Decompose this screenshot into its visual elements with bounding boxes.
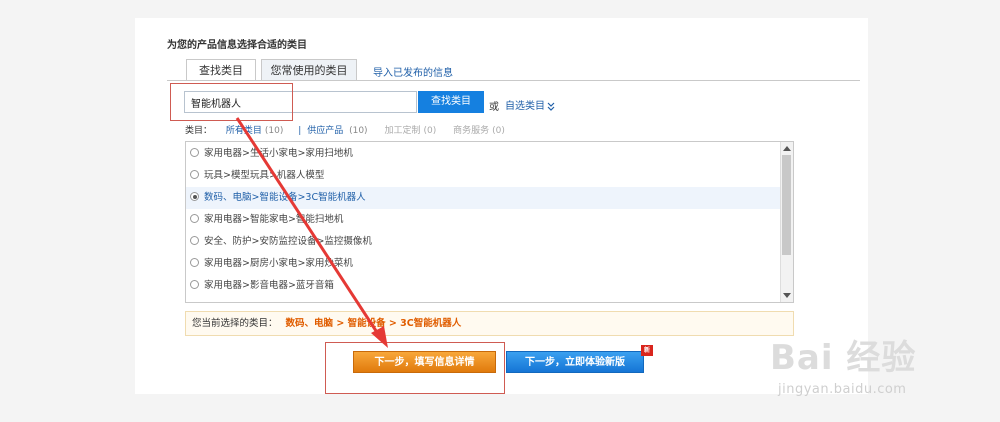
filter-custom-label: 加工定制 bbox=[384, 126, 421, 136]
filter-service-label: 商务服务 bbox=[453, 126, 490, 136]
scroll-down-arrow-icon[interactable] bbox=[783, 293, 791, 298]
find-category-button[interactable]: 查找类目 bbox=[418, 91, 484, 113]
radio-button[interactable] bbox=[190, 148, 199, 157]
category-result-list[interactable]: 家用电器>生活小家电>家用扫地机 玩具>模型玩具>机器人模型 数码、电脑>智能设… bbox=[185, 141, 794, 303]
radio-button[interactable] bbox=[190, 214, 199, 223]
filter-custom-count: (0) bbox=[423, 126, 437, 136]
filter-all-categories[interactable]: 所有类目 (10) bbox=[226, 126, 287, 136]
radio-button-checked[interactable] bbox=[190, 192, 199, 201]
self-select-label: 自选类目 bbox=[505, 101, 545, 112]
category-option-label: 数码、电脑>智能设备>3C智能机器人 bbox=[204, 192, 366, 203]
category-option[interactable]: 家用电器>影音电器>蓝牙音箱 bbox=[186, 275, 782, 297]
baidu-jingyan-watermark: Bai 经验 jingyan.baidu.com bbox=[760, 330, 990, 412]
radio-button[interactable] bbox=[190, 170, 199, 179]
double-chevron-down-icon bbox=[547, 102, 555, 111]
category-search-input[interactable] bbox=[184, 91, 417, 113]
category-option-label: 家用电器>厨房小家电>家用炒菜机 bbox=[204, 258, 353, 269]
next-fill-details-button[interactable]: 下一步，填写信息详情 bbox=[353, 351, 496, 373]
tab-common-categories[interactable]: 您常使用的类目 bbox=[261, 59, 357, 80]
radio-button[interactable] bbox=[190, 236, 199, 245]
watermark-brand: Bai 经验 bbox=[770, 338, 917, 378]
category-option[interactable]: 安全、防护>安防监控设备>监控摄像机 bbox=[186, 231, 782, 253]
radio-button[interactable] bbox=[190, 280, 199, 289]
filter-service-count: (0) bbox=[492, 126, 505, 136]
filter-separator: | bbox=[298, 126, 302, 136]
filter-supply-count: (10) bbox=[349, 126, 368, 136]
new-badge: 新 bbox=[641, 345, 653, 356]
current-selection-bar: 您当前选择的类目： 数码、电脑 > 智能设备 > 3C智能机器人 bbox=[185, 311, 794, 336]
import-published-link[interactable]: 导入已发布的信息 bbox=[373, 64, 453, 79]
filter-all-label: 所有类目 bbox=[225, 126, 262, 136]
category-option-label: 家用电器>智能家电>智能扫地机 bbox=[204, 214, 344, 225]
current-selection-label: 您当前选择的类目： bbox=[192, 318, 278, 329]
filter-custom-processing[interactable]: 加工定制 (0) bbox=[384, 126, 439, 136]
self-select-category-link[interactable]: 自选类目 bbox=[505, 97, 555, 112]
category-option[interactable]: 家用电器>智能家电>智能扫地机 bbox=[186, 209, 782, 231]
tab-find-category[interactable]: 查找类目 bbox=[186, 59, 256, 81]
page-heading: 为您的产品信息选择合适的类目 bbox=[167, 40, 307, 51]
category-option-selected[interactable]: 数码、电脑>智能设备>3C智能机器人 bbox=[186, 187, 782, 209]
radio-button[interactable] bbox=[190, 258, 199, 267]
scroll-thumb[interactable] bbox=[782, 155, 791, 255]
filter-business-service[interactable]: 商务服务 (0) bbox=[453, 126, 508, 136]
category-option-label: 家用电器>生活小家电>家用扫地机 bbox=[204, 148, 353, 159]
filter-label: 类目： bbox=[185, 126, 213, 136]
filter-all-count: (10) bbox=[264, 126, 284, 136]
tabs-divider bbox=[167, 80, 860, 81]
category-option-label: 家用电器>影音电器>蓝牙音箱 bbox=[204, 280, 334, 291]
next-try-new-version-button[interactable]: 下一步，立即体验新版 bbox=[506, 351, 644, 373]
filter-supply-label: 供应产品 bbox=[307, 126, 344, 136]
filter-supply-products[interactable]: 供应产品 (10) bbox=[307, 126, 370, 136]
scroll-up-arrow-icon[interactable] bbox=[783, 146, 791, 151]
category-option-label: 安全、防护>安防监控设备>监控摄像机 bbox=[204, 236, 372, 247]
list-scrollbar[interactable] bbox=[780, 142, 793, 302]
category-option[interactable]: 家用电器>生活小家电>家用扫地机 bbox=[186, 143, 782, 165]
or-text: 或 bbox=[489, 102, 499, 113]
category-option-label: 玩具>模型玩具>机器人模型 bbox=[204, 170, 325, 181]
watermark-url: jingyan.baidu.com bbox=[778, 382, 907, 397]
category-option[interactable]: 玩具>模型玩具>机器人模型 bbox=[186, 165, 782, 187]
current-selection-path: 数码、电脑 > 智能设备 > 3C智能机器人 bbox=[285, 318, 462, 329]
category-filter-row: 类目： 所有类目 (10) | 供应产品 (10) 加工定制 (0) 商务服务 (0) bbox=[185, 123, 511, 136]
category-option[interactable]: 家用电器>厨房小家电>家用炒菜机 bbox=[186, 253, 782, 275]
